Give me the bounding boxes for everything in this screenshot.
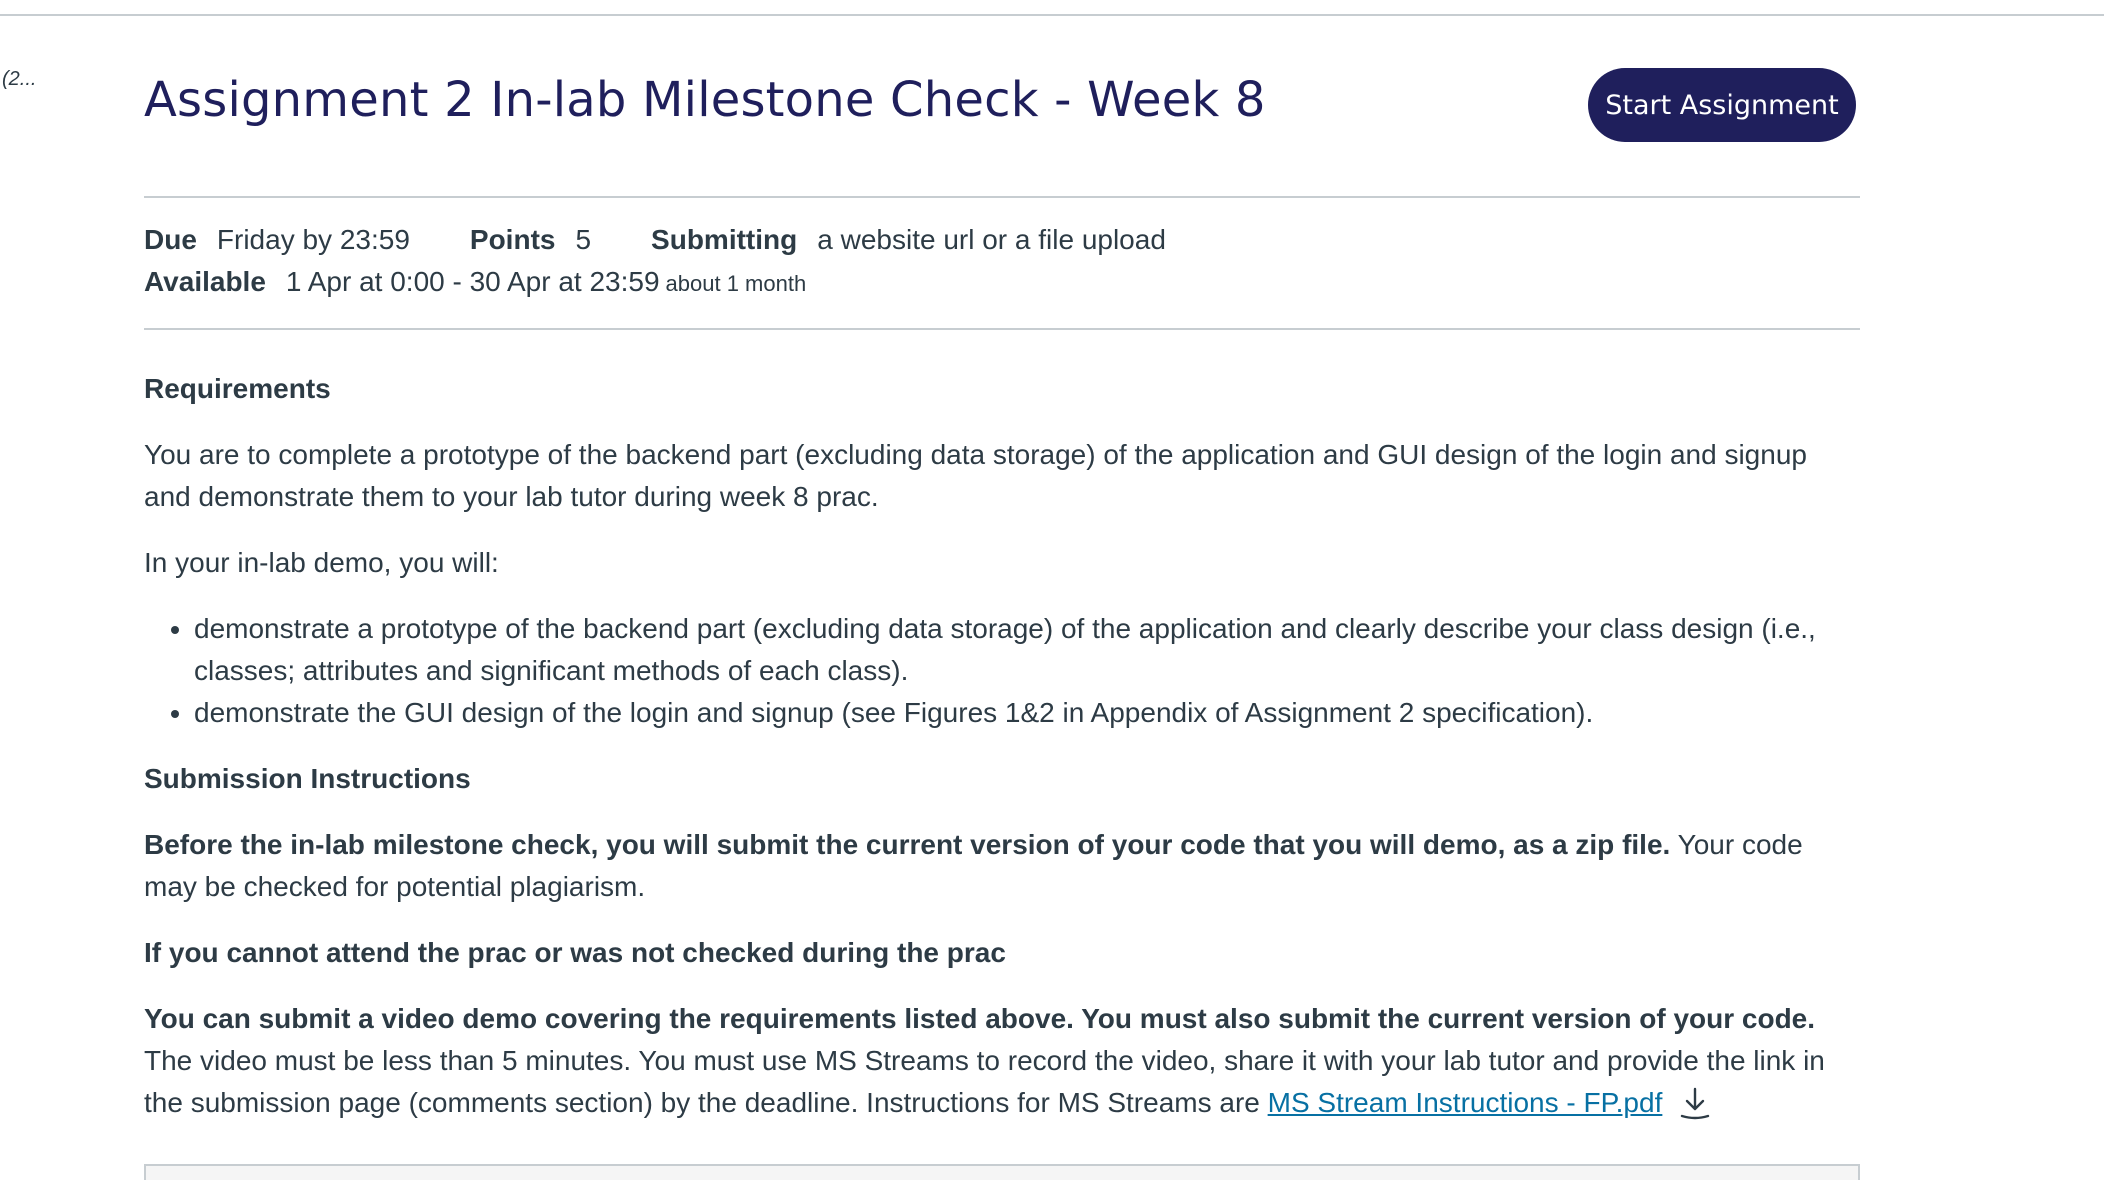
top-divider — [0, 14, 2104, 16]
details-top-divider — [144, 196, 1860, 198]
page-title: Assignment 2 In-lab Milestone Check - We… — [144, 72, 1266, 128]
assignment-details-row-1: Due Friday by 23:59 Points 5 Submitting a web… — [144, 224, 1226, 256]
available-value: 1 Apr at 0:00 - 30 Apr at 23:59 — [285, 266, 660, 297]
due-label: Due — [144, 224, 197, 255]
assignment-page: (2... Assignment 2 In-lab Milestone Chec… — [0, 0, 2104, 1180]
start-assignment-button[interactable]: Start Assignment — [1588, 68, 1856, 142]
available-hint: about 1 month — [665, 271, 807, 296]
list-item: demonstrate the GUI design of the login … — [194, 692, 1860, 734]
download-icon[interactable] — [1678, 1086, 1712, 1132]
available-label: Available — [144, 266, 266, 297]
submission-bold-text: Before the in-lab milestone check, you w… — [144, 829, 1671, 860]
points-value: 5 — [575, 224, 592, 255]
absent-heading: If you cannot attend the prac or was not… — [144, 937, 1006, 968]
video-paragraph: You can submit a video demo covering the… — [144, 998, 1860, 1132]
submitting-value: a website url or a file upload — [817, 224, 1166, 255]
points-label: Points — [469, 224, 556, 255]
requirements-text: You are to complete a prototype of the b… — [144, 439, 1807, 512]
list-item: demonstrate a prototype of the backend p… — [194, 608, 1860, 692]
due-value: Friday by 23:59 — [216, 224, 410, 255]
assignment-description: Requirements You are to complete a proto… — [144, 368, 1860, 1156]
demo-intro: In your in-lab demo, you will: — [144, 547, 499, 578]
sidebar-truncated-label[interactable]: (2... — [2, 68, 36, 91]
ms-stream-instructions-link[interactable]: MS Stream Instructions - FP.pdf — [1268, 1087, 1663, 1118]
demo-list: demonstrate a prototype of the backend p… — [144, 608, 1860, 734]
submission-paragraph: Before the in-lab milestone check, you w… — [144, 824, 1860, 908]
submitting-label: Submitting — [651, 224, 798, 255]
assignment-details-row-2: Available 1 Apr at 0:00 - 30 Apr at 23:59… — [144, 266, 806, 298]
assignment-header: Assignment 2 In-lab Milestone Check - We… — [144, 68, 1860, 148]
requirements-heading: Requirements — [144, 373, 331, 404]
video-bold-text: You can submit a video demo covering the… — [144, 1003, 1816, 1034]
submission-heading: Submission Instructions — [144, 763, 471, 794]
details-bottom-divider — [144, 328, 1860, 330]
submission-box-edge — [144, 1164, 1860, 1180]
